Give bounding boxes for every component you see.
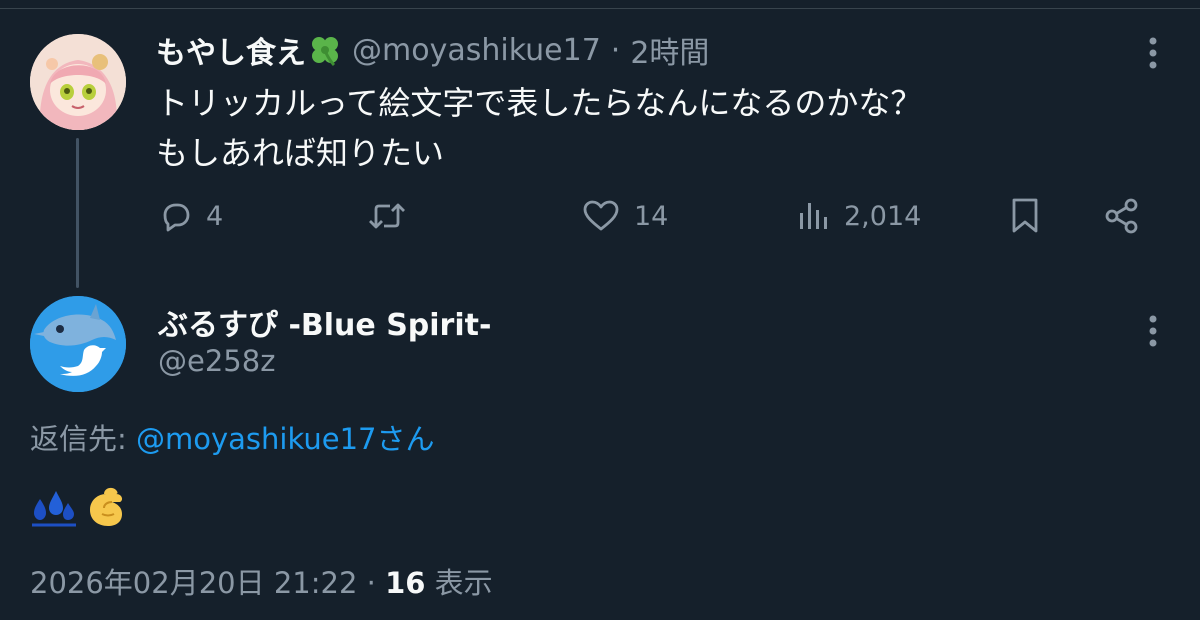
- reply-to-label: 返信先:: [30, 422, 136, 456]
- reply-to-handle-link[interactable]: @moyashikue17さん: [136, 422, 435, 456]
- parent-handle[interactable]: @moyashikue17: [352, 33, 601, 68]
- pinching-hand-icon: [90, 487, 123, 526]
- views-button[interactable]: 2,014: [796, 194, 921, 238]
- share-nodes-icon: [1105, 198, 1138, 234]
- parent-avatar[interactable]: [30, 34, 126, 130]
- four-leaf-clover-icon: [308, 33, 342, 67]
- reply-to-line: 返信先: @moyashikue17さん: [30, 416, 435, 458]
- reply-view-label: 表示: [425, 566, 493, 600]
- bookmark-icon: [1012, 198, 1038, 233]
- share-button[interactable]: [1102, 194, 1142, 238]
- more-options-icon[interactable]: [1148, 36, 1158, 70]
- parent-tweet-text: トリッカルって絵文字で表したらなんになるのかな？ もしあれば知りたい: [156, 78, 922, 178]
- retweet-icon: [369, 203, 405, 229]
- reply-count: 4: [206, 200, 224, 232]
- reply-meta-line: 2026年02月20日 21:22 · 16 表示: [30, 560, 493, 602]
- top-divider: [0, 8, 1200, 9]
- meta-separator: ·: [357, 566, 386, 600]
- view-count: 2,014: [844, 200, 922, 232]
- reply-handle[interactable]: @e258z: [158, 344, 275, 378]
- reply-display-name[interactable]: ぶるすぴ -Blue Spirit-: [158, 300, 491, 344]
- parent-tweet-header: もやし食え @moyashikue17 · 2時間: [156, 28, 709, 72]
- like-count: 14: [634, 200, 669, 232]
- reply-emoji-content: [30, 482, 132, 532]
- like-button[interactable]: 14: [582, 194, 668, 238]
- bookmark-button[interactable]: [1008, 194, 1042, 238]
- bar-chart-views-icon: [800, 203, 827, 229]
- reply-bubble-icon: [163, 203, 190, 232]
- thread-connector-line: [76, 138, 79, 288]
- tweet-text-line: トリッカルって絵文字で表したらなんになるのかな？: [156, 84, 923, 122]
- reply-date[interactable]: 2026年02月20日 21:22: [30, 566, 357, 600]
- parent-timestamp[interactable]: 2時間: [630, 28, 709, 72]
- heart-icon: [583, 200, 619, 231]
- more-options-icon[interactable]: [1148, 314, 1158, 348]
- reply-view-count: 16: [385, 566, 426, 600]
- sweat-droplets-icon: [32, 491, 76, 527]
- header-separator: ·: [610, 32, 621, 68]
- reply-button[interactable]: 4: [158, 194, 223, 238]
- parent-display-name[interactable]: もやし食え: [156, 28, 306, 72]
- reply-avatar[interactable]: [30, 296, 126, 392]
- tweet-text-line: もしあれば知りたい: [156, 134, 445, 172]
- retweet-button[interactable]: [366, 194, 422, 238]
